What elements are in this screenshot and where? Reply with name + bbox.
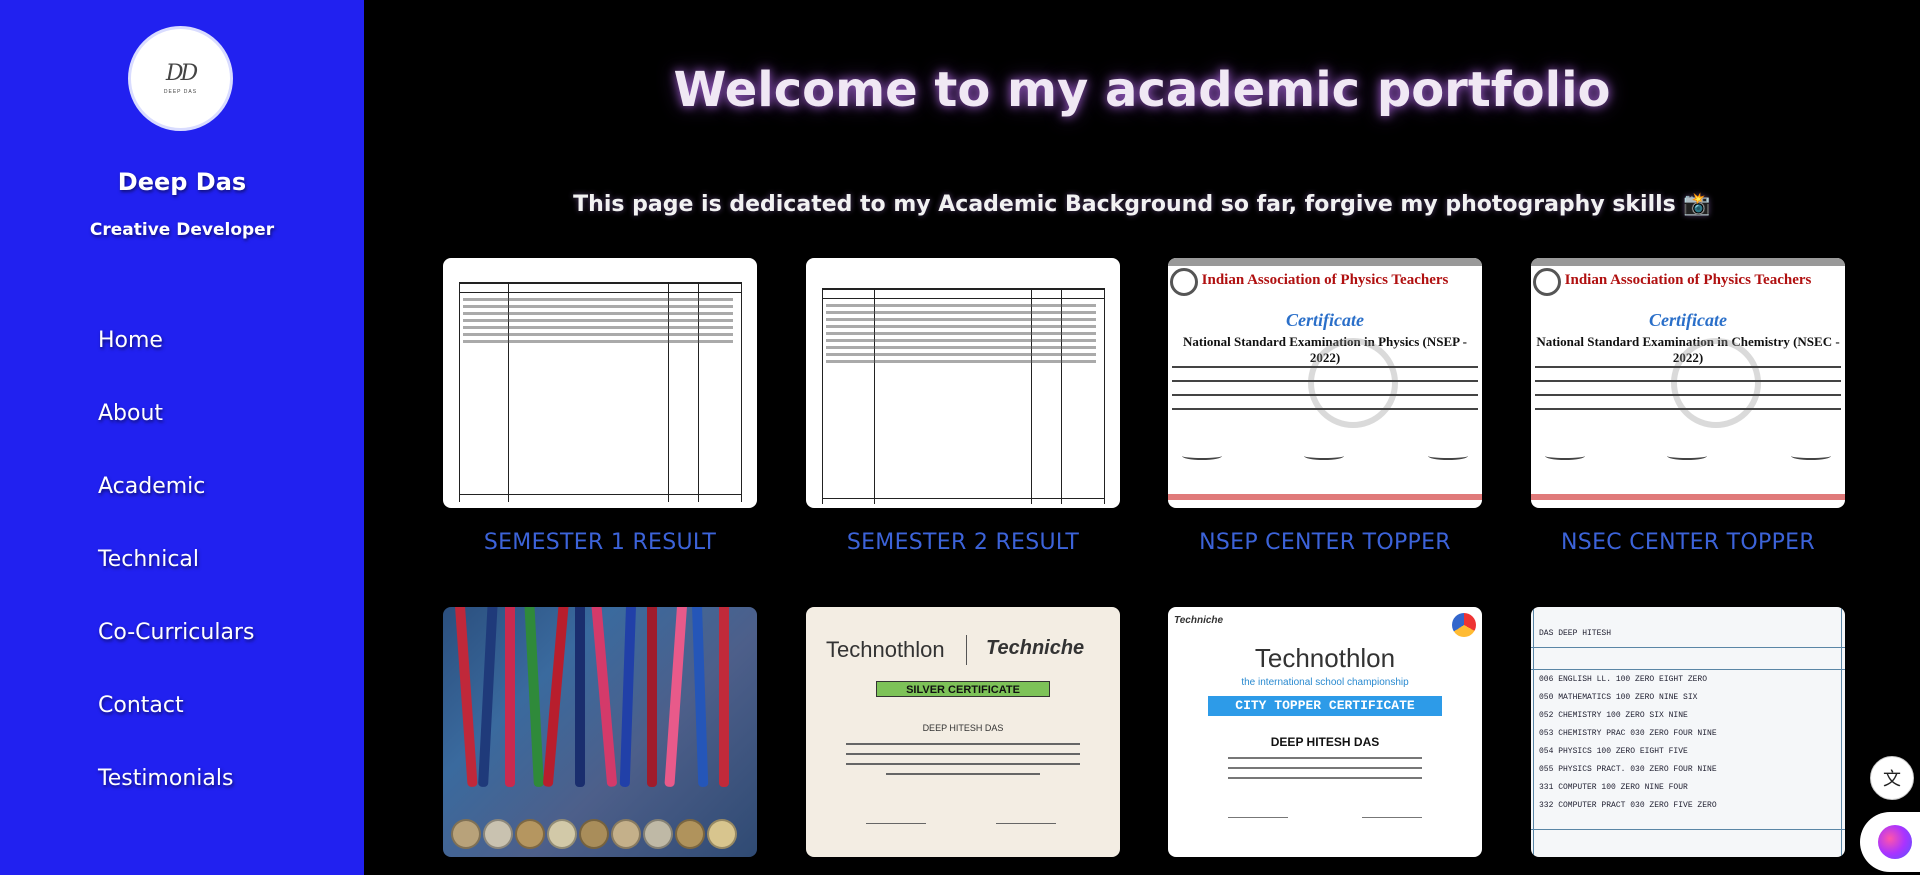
card-medals[interactable] — [443, 607, 757, 857]
page-subtitle: This page is dedicated to my Academic Ba… — [573, 192, 1711, 217]
card-caption: SEMESTER 2 RESULT — [846, 530, 1080, 555]
nsep-certificate-image[interactable]: Indian Association of Physics Teachers C… — [1168, 258, 1482, 508]
avatar-text: DEEP DAS — [163, 88, 198, 95]
page-title: Welcome to my academic portfolio — [673, 62, 1611, 118]
board-marksheet-image[interactable]: DAS DEEP HITESH 006 ENGLISH LL. 100 ZERO… — [1531, 607, 1845, 857]
translate-button[interactable]: 文 — [1870, 756, 1914, 800]
avatar[interactable]: DD DEEP DAS — [128, 26, 233, 131]
nav-home[interactable]: Home — [98, 320, 254, 393]
seal-icon — [1308, 338, 1398, 428]
nav-contact[interactable]: Contact — [98, 685, 254, 758]
sidebar-nav: Home About Academic Technical Co-Curricu… — [98, 320, 254, 831]
nav-about[interactable]: About — [98, 393, 254, 466]
semester-2-result-image[interactable] — [806, 258, 1120, 508]
semester-1-result-image[interactable] — [443, 258, 757, 508]
card-nsec[interactable]: Indian Association of Physics Teachers C… — [1531, 258, 1845, 555]
card-caption: SEMESTER 1 RESULT — [483, 530, 717, 555]
assistant-button[interactable] — [1860, 812, 1920, 872]
card-caption: NSEC CENTER TOPPER — [1561, 530, 1815, 555]
nsec-certificate-image[interactable]: Indian Association of Physics Teachers C… — [1531, 258, 1845, 508]
card-semester-2[interactable]: SEMESTER 2 RESULT — [806, 258, 1120, 555]
nav-academic[interactable]: Academic — [98, 466, 254, 539]
card-caption: NSEP CENTER TOPPER — [1199, 530, 1451, 555]
card-semester-1[interactable]: SEMESTER 1 RESULT — [443, 258, 757, 555]
profile-name: Deep Das — [117, 168, 247, 196]
card-technothlon-city-topper[interactable]: Techniche Technothlon the international … — [1168, 607, 1482, 857]
nav-testimonials[interactable]: Testimonials — [98, 758, 254, 831]
translate-icon: 文 — [1883, 769, 1901, 790]
nav-co-curriculars[interactable]: Co-Curriculars — [98, 612, 254, 685]
technothlon-city-topper-certificate-image[interactable]: Techniche Technothlon the international … — [1168, 607, 1482, 857]
avatar-monogram: DD — [165, 60, 198, 86]
sidebar: DD DEEP DAS Deep Das Creative Developer … — [0, 0, 364, 875]
technothlon-silver-certificate-image[interactable]: Technothlon Techniche SILVER CERTIFICATE… — [806, 607, 1120, 857]
card-technothlon-silver[interactable]: Technothlon Techniche SILVER CERTIFICATE… — [806, 607, 1120, 857]
card-board-marksheet[interactable]: DAS DEEP HITESH 006 ENGLISH LL. 100 ZERO… — [1531, 607, 1845, 857]
brain-icon — [1878, 825, 1912, 859]
card-nsep[interactable]: Indian Association of Physics Teachers C… — [1168, 258, 1482, 555]
medals-photo[interactable] — [443, 607, 757, 857]
nav-technical[interactable]: Technical — [98, 539, 254, 612]
seal-icon — [1671, 338, 1761, 428]
logo-icon — [1452, 613, 1476, 637]
profile-role: Creative Developer — [89, 220, 275, 240]
